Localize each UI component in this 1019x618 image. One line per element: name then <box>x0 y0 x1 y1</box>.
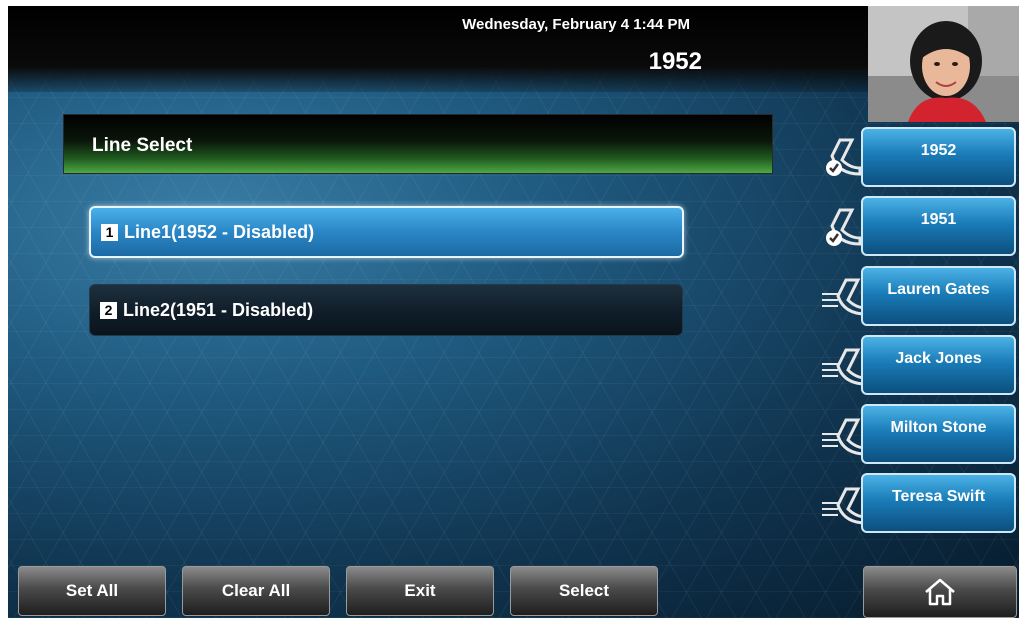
screen-title-bar: Line Select <box>63 114 773 174</box>
home-icon <box>925 578 955 606</box>
home-button[interactable] <box>863 566 1017 618</box>
clear-all-button[interactable]: Clear All <box>182 566 330 616</box>
exit-button[interactable]: Exit <box>346 566 494 616</box>
caller-photo <box>868 6 1019 122</box>
speed-dial-milton-stone[interactable]: Milton Stone <box>861 404 1016 464</box>
line-key-1951[interactable]: 1951 <box>861 196 1016 256</box>
speed-dial-lauren-gates[interactable]: Lauren Gates <box>861 266 1016 326</box>
set-all-button[interactable]: Set All <box>18 566 166 616</box>
line-option-2[interactable]: 2 Line2(1951 - Disabled) <box>89 284 683 336</box>
line-key-1952[interactable]: 1952 <box>861 127 1016 187</box>
extension-number: 1952 <box>648 48 702 75</box>
status-bar: Wednesday, February 4 1:44 PM 1952 <box>8 6 868 92</box>
page-title: Line Select <box>92 135 193 156</box>
line-option-label: Line2(1951 - Disabled) <box>123 299 314 320</box>
speed-dial-teresa-swift[interactable]: Teresa Swift <box>861 473 1016 533</box>
phone-screen: Wednesday, February 4 1:44 PM 1952 Line … <box>8 6 1019 618</box>
line-number-badge: 2 <box>100 301 117 319</box>
select-button[interactable]: Select <box>510 566 658 616</box>
line-option-1[interactable]: 1 Line1(1952 - Disabled) <box>89 206 684 258</box>
date-time: Wednesday, February 4 1:44 PM <box>462 16 690 33</box>
speed-dial-jack-jones[interactable]: Jack Jones <box>861 335 1016 395</box>
line-number-badge: 1 <box>101 223 118 241</box>
line-option-label: Line1(1952 - Disabled) <box>124 221 315 242</box>
